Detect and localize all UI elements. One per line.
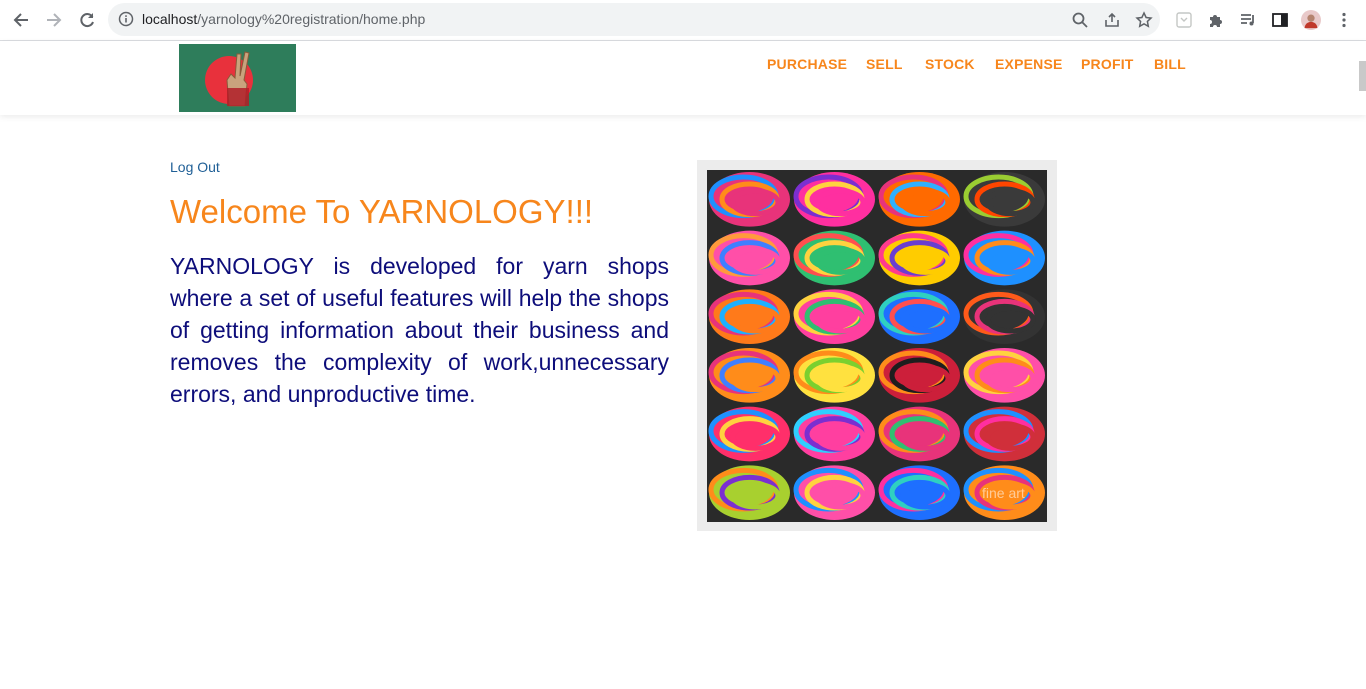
yarn-ball	[878, 348, 960, 403]
yarn-ball	[793, 465, 875, 520]
description-text: YARNOLOGY is developed for yarn shops wh…	[170, 253, 669, 407]
url-path: /yarnology%20registration/home.php	[197, 11, 426, 27]
back-button[interactable]	[9, 8, 33, 32]
main-nav: PURCHASE SELL STOCK EXPENSE PROFIT BILL	[0, 56, 1366, 76]
image-watermark: fine art	[982, 485, 1025, 501]
yarn-ball	[963, 348, 1045, 403]
share-icon[interactable]	[1103, 11, 1121, 29]
profile-button[interactable]	[1301, 10, 1321, 30]
welcome-heading: Welcome To YARNOLOGY!!!	[170, 193, 594, 230]
extension-pocket-button[interactable]	[1174, 10, 1194, 30]
url-host: localhost	[142, 11, 198, 27]
yarn-ball	[963, 172, 1045, 227]
yarn-ball	[963, 406, 1045, 462]
yarn-ball	[793, 406, 875, 462]
side-panel-button[interactable]	[1270, 10, 1290, 30]
yarn-ball	[963, 289, 1045, 344]
playlist-icon	[1241, 14, 1254, 26]
yarn-ball	[708, 406, 790, 462]
yarn-ball	[708, 465, 790, 520]
pocket-icon	[1176, 12, 1192, 28]
yarn-ball	[708, 348, 790, 403]
url-text[interactable]: localhost/yarnology%20registration/home.…	[142, 11, 425, 27]
forward-arrow-icon	[47, 13, 62, 27]
zoom-icon[interactable]	[1071, 11, 1089, 29]
puzzle-icon	[1210, 15, 1222, 27]
scrollbar-thumb[interactable]	[1359, 61, 1366, 91]
yarn-ball	[793, 230, 875, 286]
nav-expense[interactable]: EXPENSE	[995, 56, 1063, 72]
back-arrow-icon	[13, 13, 28, 27]
site-header: PURCHASE SELL STOCK EXPENSE PROFIT BILL	[0, 41, 1366, 115]
yarn-ball	[708, 172, 790, 227]
avatar	[1301, 10, 1321, 30]
address-bar[interactable]: localhost/yarnology%20registration/home.…	[108, 3, 1160, 36]
side-panel-icon	[1272, 13, 1288, 27]
forward-button[interactable]	[42, 8, 66, 32]
bookmark-star-icon[interactable]	[1135, 11, 1153, 29]
reload-icon	[80, 13, 94, 28]
yarn-ball	[878, 230, 960, 286]
yarn-ball	[708, 230, 790, 286]
logout-link[interactable]: Log Out	[170, 159, 220, 175]
yarn-ball	[793, 172, 875, 227]
yarn-ball	[878, 465, 960, 520]
browser-menu-button[interactable]	[1334, 10, 1354, 30]
nav-stock[interactable]: STOCK	[925, 56, 975, 72]
yarn-ball	[793, 289, 875, 344]
reload-button[interactable]	[75, 8, 99, 32]
yarn-balls-picture: fine art	[697, 160, 1057, 531]
nav-sell[interactable]: SELL	[866, 56, 903, 72]
kebab-menu-icon	[1342, 12, 1346, 28]
media-controls-button[interactable]	[1238, 10, 1258, 30]
victory-hand-icon	[226, 51, 250, 107]
yarn-image: fine art	[697, 160, 1057, 531]
nav-purchase[interactable]: PURCHASE	[767, 56, 847, 72]
site-info-icon[interactable]	[118, 11, 134, 27]
yarn-ball	[793, 348, 875, 403]
yarn-ball	[878, 406, 960, 462]
yarn-ball	[963, 230, 1045, 286]
site-logo[interactable]	[179, 44, 296, 112]
nav-profit[interactable]: PROFIT	[1081, 56, 1134, 72]
yarn-ball	[708, 289, 790, 344]
yarn-ball	[878, 289, 960, 344]
extensions-button[interactable]	[1206, 10, 1226, 30]
yarn-ball	[878, 172, 960, 227]
nav-bill[interactable]: BILL	[1154, 56, 1186, 72]
browser-toolbar: localhost/yarnology%20registration/home.…	[0, 0, 1366, 41]
